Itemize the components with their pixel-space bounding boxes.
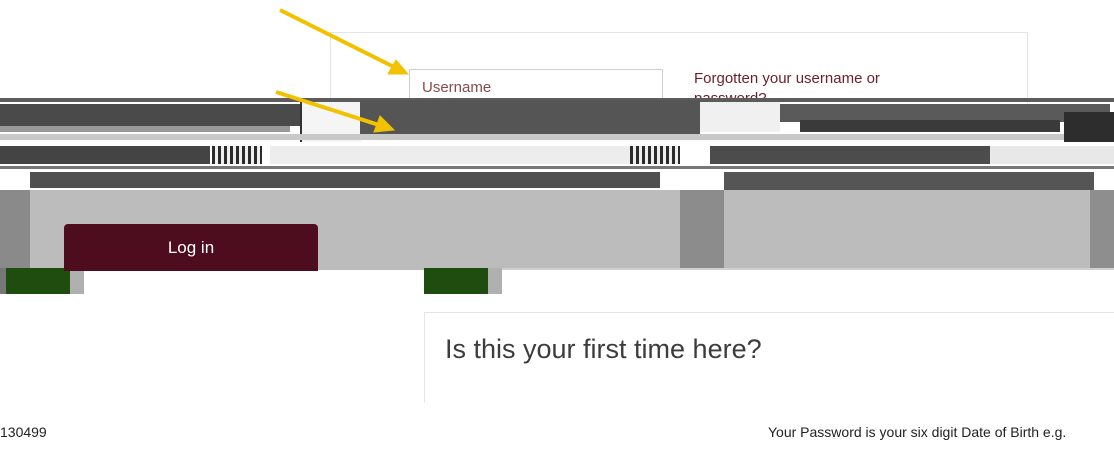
password-hint-text: Your Password is your six digit Date of …	[768, 424, 1067, 440]
arrow-pointer-icon	[275, 8, 410, 133]
first-time-title: Is this your first time here?	[445, 334, 762, 364]
corrupted-region-lower	[0, 268, 1114, 296]
footer-code-text: 130499	[0, 424, 47, 440]
login-button[interactable]: Log in	[64, 224, 318, 271]
username-placeholder: Username	[422, 79, 492, 96]
